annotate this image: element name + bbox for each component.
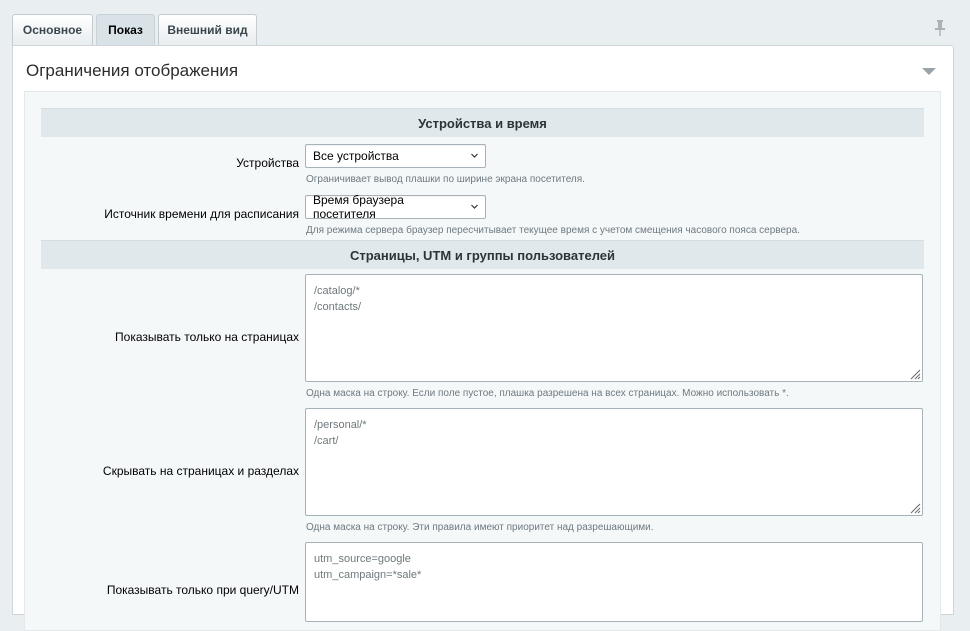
devices-hint: Ограничивает вывод плашки по ширине экра… <box>306 174 585 185</box>
show-pages-label: Показывать только на страницах <box>115 330 299 344</box>
hide-pages-line: /personal/* <box>314 419 367 431</box>
section-devices-time-title: Устройства и время <box>418 115 547 131</box>
time-source-label: Источник времени для расписания <box>104 207 299 221</box>
query-utm-label: Показывать только при query/UTM <box>106 583 299 597</box>
tab-display[interactable]: Показ <box>96 14 155 45</box>
time-source-select[interactable]: Время браузера посетителя <box>305 193 486 221</box>
pin-icon[interactable] <box>934 20 946 36</box>
restrictions-panel: Ограничения отображения Устройства и вре… <box>12 45 954 631</box>
show-pages-line: /contacts/ <box>314 301 362 313</box>
resize-handle-icon[interactable] <box>910 503 921 514</box>
hide-pages-line: /cart/ <box>314 435 339 447</box>
hide-pages-hint: Одна маска на строку. Эти правила имеют … <box>306 522 654 533</box>
section-pages-utm-title: Страницы, UTM и группы пользователей <box>349 247 616 263</box>
tab-main[interactable]: Основное <box>12 14 93 45</box>
hide-pages-label: Скрывать на страницах и разделах <box>102 464 299 478</box>
panel-title: Ограничения отображения <box>26 61 239 80</box>
show-pages-line: /catalog/* <box>314 285 360 297</box>
show-pages-hint: Одна маска на строку. Если поле пустое, … <box>306 388 789 399</box>
query-utm-textarea[interactable]: utm_source=google utm_campaign=*sale* <box>305 542 923 622</box>
query-utm-line: utm_campaign=*sale* <box>314 569 422 581</box>
tab-appearance-label: Внешний вид <box>167 23 248 37</box>
query-utm-line: utm_source=google <box>314 553 411 565</box>
tab-appearance[interactable]: Внешний вид <box>158 14 257 45</box>
devices-select-value: Все устройства <box>313 149 399 163</box>
show-pages-textarea[interactable]: /catalog/* /contacts/ <box>305 274 923 382</box>
collapse-arrow-icon[interactable] <box>922 68 936 75</box>
tab-main-label: Основное <box>22 23 83 37</box>
chevron-down-icon <box>471 153 478 158</box>
time-source-hint: Для режима сервера браузер пересчитывает… <box>306 225 800 236</box>
hide-pages-textarea[interactable]: /personal/* /cart/ <box>305 408 923 516</box>
devices-select[interactable]: Все устройства <box>305 144 486 168</box>
time-source-select-value: Время браузера посетителя <box>313 193 404 221</box>
chevron-down-icon <box>471 204 478 209</box>
section-pages-utm-header: Страницы, UTM и группы пользователей <box>41 240 924 269</box>
tab-display-label: Показ <box>108 23 143 37</box>
form-area: Устройства и время Устройства Все устрой… <box>24 91 941 631</box>
resize-handle-icon[interactable] <box>910 369 921 380</box>
devices-label: Устройства <box>236 156 299 170</box>
section-devices-time-header: Устройства и время <box>41 108 924 137</box>
